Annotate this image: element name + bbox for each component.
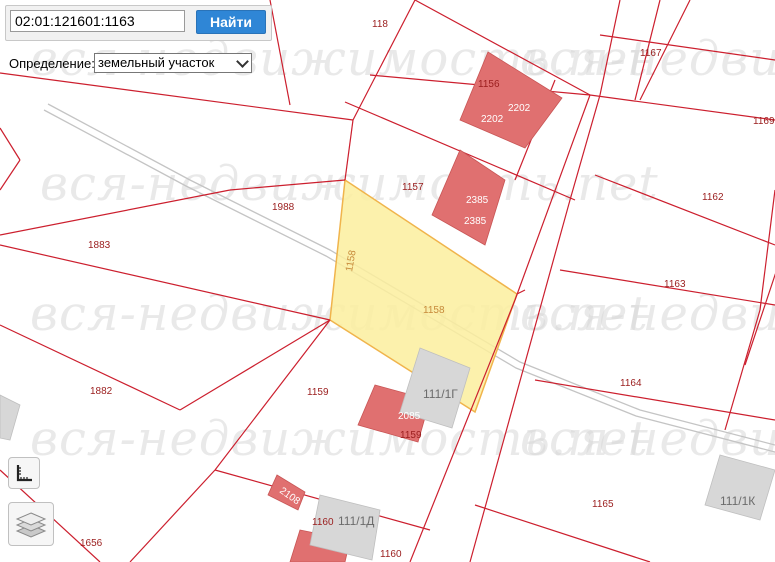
search-button[interactable]: Найти [196, 10, 266, 34]
parcel-label-118: 118 [372, 19, 388, 30]
parcel-label-1169: 1169 [753, 116, 775, 127]
building-label-2202: 2202 [508, 103, 531, 114]
search-panel: Найти [5, 5, 272, 41]
parcel-label-1160: 1160 [312, 517, 334, 528]
parcel-label-1167: 1167 [640, 48, 662, 59]
definition-label: Определение: [9, 56, 95, 71]
parcel-label-1165: 1165 [592, 499, 614, 510]
map-canvas[interactable]: вся-недвижимость.net вся-недвижимость.ne… [0, 0, 775, 562]
parcel-label-1164: 1164 [620, 378, 642, 389]
parcel-label-1656: 1656 [80, 538, 103, 549]
parcel-label-1162: 1162 [702, 192, 724, 203]
parcel-label-1157: 1157 [402, 182, 424, 193]
building-label-2202-b: 2202 [481, 114, 504, 125]
parcel-label-1156: 1156 [478, 79, 500, 90]
building-label-2385: 2385 [466, 195, 489, 206]
parcel-label-1159: 1159 [307, 387, 329, 398]
parcel-label-1163: 1163 [664, 279, 686, 290]
layers-tool-button[interactable] [8, 502, 54, 546]
parcel-label-1883: 1883 [88, 240, 111, 251]
address-label-111-1d: 111/1Д [338, 514, 374, 528]
address-label-111-1k: 111/1К [720, 494, 755, 508]
cadastral-search-input[interactable] [10, 10, 185, 32]
measure-tool-button[interactable] [8, 457, 40, 489]
parcel-label-1159-b: 1159 [400, 430, 422, 441]
watermark-text: вся-недвижимость.net [520, 286, 775, 342]
definition-select[interactable]: земельный участок [94, 53, 252, 73]
building-label-2385-b: 2385 [464, 216, 487, 227]
chevron-down-icon [236, 55, 249, 68]
ruler-icon [16, 465, 32, 482]
parcel-label-1882: 1882 [90, 386, 113, 397]
address-label-111-1g: 111/1Г [423, 387, 458, 401]
parcel-label-1988: 1988 [272, 202, 295, 213]
building-label-2085: 2085 [398, 411, 421, 422]
definition-selected-value: земельный участок [98, 55, 215, 70]
parcel-label-1160-b: 1160 [380, 549, 402, 560]
building-edge-left[interactable] [0, 394, 21, 441]
parcel-label-1158: 1158 [423, 305, 445, 316]
watermark-text: вся-недвижимость.net [520, 31, 775, 87]
map-view[interactable]: вся-недвижимость.net вся-недвижимость.ne… [0, 0, 775, 562]
layers-icon [15, 512, 47, 538]
